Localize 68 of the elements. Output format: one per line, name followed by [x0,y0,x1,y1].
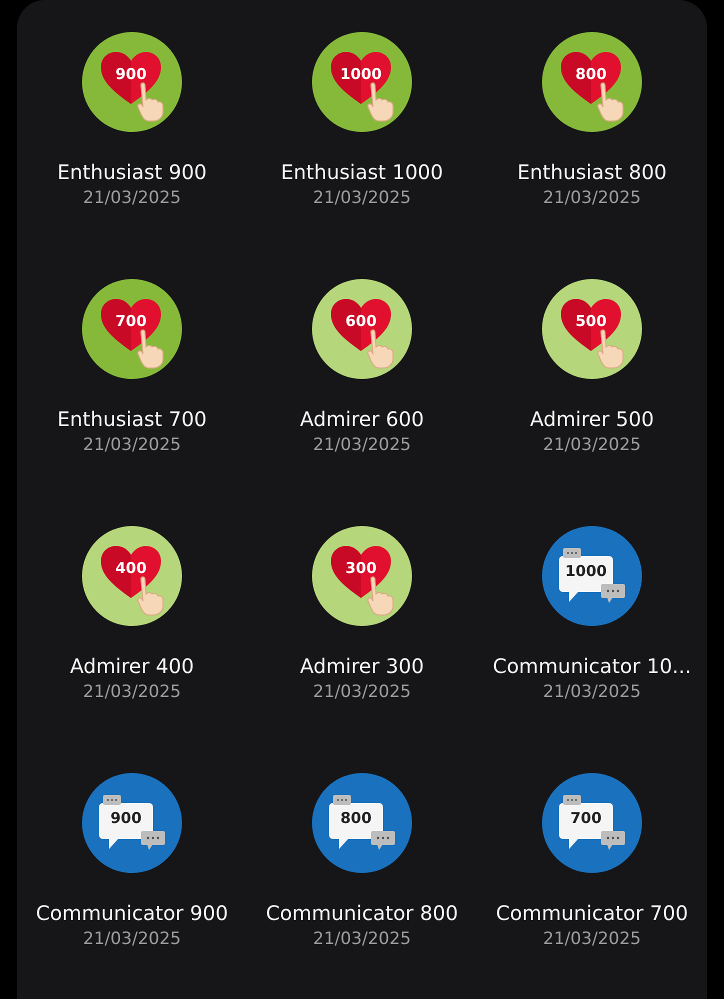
badge-number: 800 [339,809,373,827]
badge-date: 21/03/2025 [543,187,641,210]
chat-bubbles-icon [557,548,627,604]
badge-date: 21/03/2025 [313,681,411,704]
badge-date: 21/03/2025 [543,681,641,704]
badge-number: 700 [569,809,603,827]
badge-number: 900 [114,65,148,83]
badge[interactable]: 500 [542,279,642,379]
badge-date: 21/03/2025 [83,681,181,704]
badge-date: 21/03/2025 [83,928,181,951]
heart-icon [331,52,391,106]
badge-date: 21/03/2025 [313,928,411,951]
hand-icon [365,82,395,122]
badge-number: 600 [344,312,378,330]
badge-date: 21/03/2025 [543,434,641,457]
badge-date: 21/03/2025 [543,928,641,951]
badge-date: 21/03/2025 [313,187,411,210]
badge-date: 21/03/2025 [313,434,411,457]
badge[interactable]: 900 [82,773,182,873]
badge[interactable]: 700 [542,773,642,873]
badge[interactable]: 1000 [542,526,642,626]
badge-name: Admirer 400 [70,653,194,680]
badge-name: Enthusiast 800 [517,159,667,186]
chat-bubbles-icon [327,795,397,851]
badge-name: Enthusiast 700 [57,406,207,433]
chat-bubbles-icon [557,795,627,851]
heart-icon [561,299,621,353]
heart-icon [331,299,391,353]
badge-number: 1000 [339,65,383,83]
heart-icon [331,546,391,600]
badge[interactable]: 800 [312,773,412,873]
badge-name: Communicator 900 [36,900,228,927]
badge[interactable]: 600 [312,279,412,379]
heart-icon [561,52,621,106]
badge-name: Enthusiast 900 [57,159,207,186]
heart-icon [101,546,161,600]
badge-number: 500 [574,312,608,330]
badge-date: 21/03/2025 [83,434,181,457]
badge-name: Enthusiast 1000 [280,159,444,186]
badge-number: 300 [344,559,378,577]
badge[interactable]: 300 [312,526,412,626]
badge-name: Admirer 300 [300,653,424,680]
heart-icon [101,299,161,353]
badge[interactable]: 1000 [312,32,412,132]
badge-name: Communicator 800 [266,900,458,927]
badge[interactable]: 400 [82,526,182,626]
hand-icon [135,329,165,369]
badge-number: 400 [114,559,148,577]
badge-date: 21/03/2025 [83,187,181,210]
heart-icon [101,52,161,106]
badge-number: 800 [574,65,608,83]
badge[interactable]: 900 [82,32,182,132]
chat-bubbles-icon [97,795,167,851]
badge-name: Communicator 700 [496,900,688,927]
hand-icon [365,329,395,369]
badge-number: 900 [109,809,143,827]
badge[interactable]: 700 [82,279,182,379]
hand-icon [135,82,165,122]
badge-number: 700 [114,312,148,330]
badge-name: Admirer 500 [530,406,654,433]
badge-name: Admirer 600 [300,406,424,433]
badge[interactable]: 800 [542,32,642,132]
badge-number: 1000 [564,562,608,580]
hand-icon [135,576,165,616]
hand-icon [365,576,395,616]
hand-icon [595,82,625,122]
hand-icon [595,329,625,369]
badge-name: Communicator 10... [492,653,692,680]
